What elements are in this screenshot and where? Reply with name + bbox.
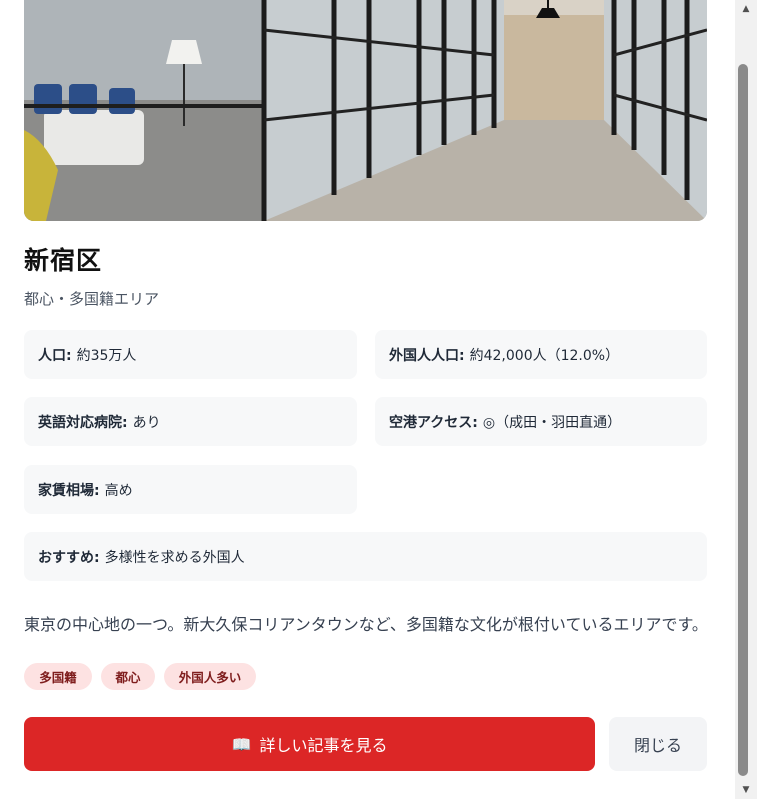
fact-value: 約42,000人（12.0%） <box>469 347 620 364</box>
fact-label: 人口: <box>38 347 72 364</box>
vertical-scrollbar[interactable]: ▲ ▼ <box>735 0 757 799</box>
fact-value: あり <box>132 414 161 431</box>
fact-label: 外国人人口: <box>389 347 465 364</box>
close-button[interactable]: 閉じる <box>609 717 707 771</box>
scroll-down-arrow-icon[interactable]: ▼ <box>735 781 757 799</box>
fact-card-rent: 家賃相場: 高め <box>24 465 357 514</box>
scrollbar-thumb[interactable] <box>738 64 748 776</box>
book-icon: 📖 <box>231 734 252 754</box>
fact-card-airport-access: 空港アクセス: ◎（成田・羽田直通） <box>375 397 707 446</box>
fact-value: ◎（成田・羽田直通） <box>482 414 622 431</box>
tag-many-foreigners: 外国人多い <box>164 663 256 690</box>
fact-value: 約35万人 <box>76 347 137 364</box>
fact-card-english-hospital: 英語対応病院: あり <box>24 397 357 446</box>
read-article-label: 詳しい記事を見る <box>259 736 388 755</box>
fact-card-recommend: おすすめ: 多様性を求める外国人 <box>24 532 707 581</box>
fact-value: 多様性を求める外国人 <box>104 549 245 566</box>
read-article-button[interactable]: 📖 詳しい記事を見る <box>24 717 595 771</box>
fact-card-population: 人口: 約35万人 <box>24 330 357 379</box>
scroll-up-arrow-icon[interactable]: ▲ <box>735 0 757 18</box>
fact-card-foreign-population: 外国人人口: 約42,000人（12.0%） <box>375 330 707 379</box>
area-hero-image <box>24 0 707 221</box>
area-detail-modal: 新宿区 都心・多国籍エリア 人口: 約35万人 外国人人口: 約42,000人（… <box>0 0 735 799</box>
area-name-heading: 新宿区 <box>24 246 103 275</box>
office-corridor-image <box>24 0 707 221</box>
area-description: 東京の中心地の一つ。新大久保コリアンタウンなど、多国籍な文化が根付いているエリア… <box>24 615 708 634</box>
fact-label: 空港アクセス: <box>389 414 478 431</box>
tag-central: 都心 <box>101 663 155 690</box>
fact-label: 家賃相場: <box>38 482 100 499</box>
tag-multinational: 多国籍 <box>24 663 92 690</box>
fact-label: おすすめ: <box>38 549 100 566</box>
fact-value: 高め <box>104 482 133 499</box>
area-subtitle: 都心・多国籍エリア <box>24 290 160 308</box>
fact-label: 英語対応病院: <box>38 414 128 431</box>
